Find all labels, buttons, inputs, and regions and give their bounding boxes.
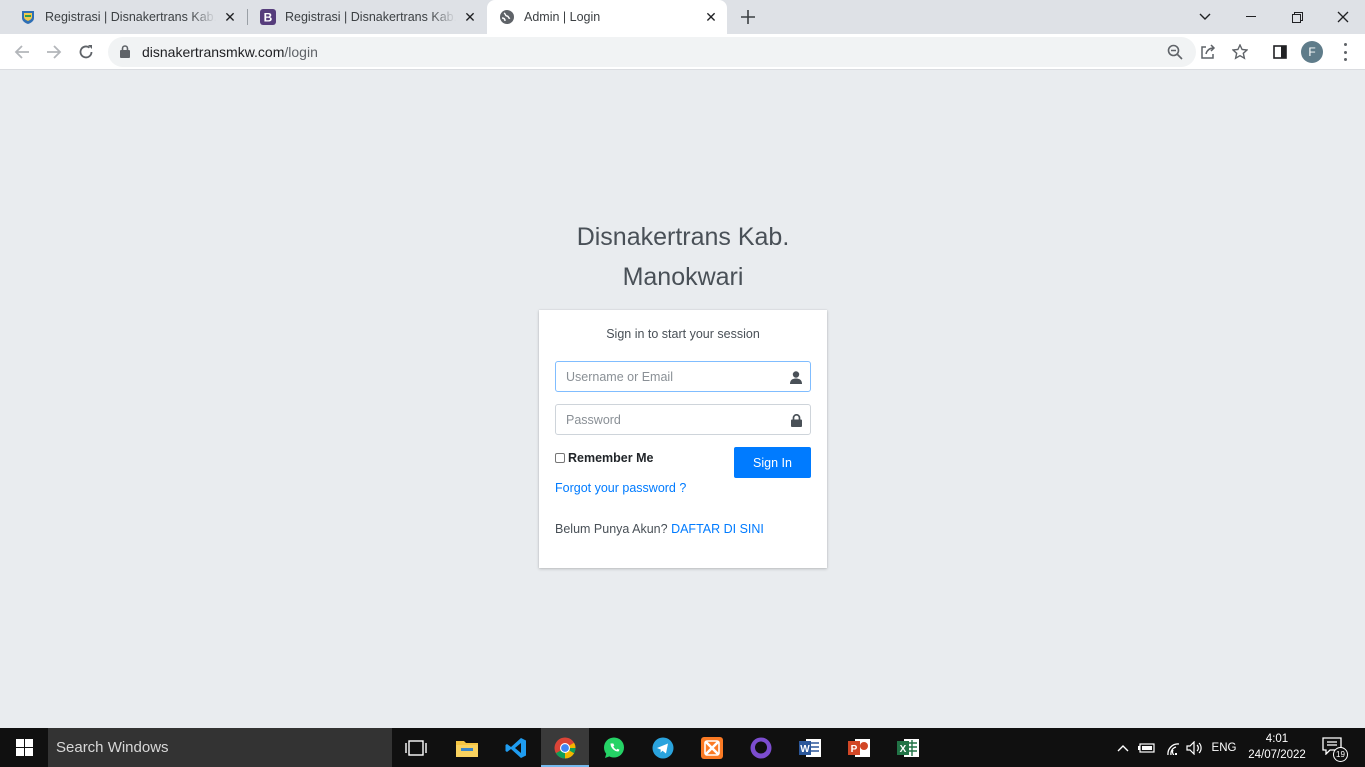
register-prompt: Belum Punya Akun? DAFTAR DI SINI: [555, 522, 764, 536]
url-domain: disnakertransmkw.com: [142, 44, 285, 60]
url-text: disnakertransmkw.com/login: [142, 44, 318, 60]
tab-admin-login[interactable]: Admin | Login ✕: [487, 0, 727, 34]
excel-icon[interactable]: X: [884, 728, 932, 767]
address-bar[interactable]: disnakertransmkw.com/login: [108, 37, 1196, 67]
github-desktop-icon[interactable]: [737, 728, 785, 767]
clock-date: 24/07/2022: [1248, 749, 1306, 761]
tab-title: Admin | Login: [524, 10, 601, 24]
notification-center-icon[interactable]: 19: [1322, 737, 1348, 762]
whatsapp-icon[interactable]: [590, 728, 638, 767]
notification-count-badge: 19: [1333, 747, 1348, 762]
input-language[interactable]: ENG: [1208, 728, 1240, 767]
password-field[interactable]: [555, 404, 811, 435]
login-box-message: Sign in to start your session: [606, 327, 760, 341]
svg-text:B: B: [264, 11, 273, 25]
register-text: Belum Punya Akun?: [555, 522, 668, 536]
xampp-icon[interactable]: [688, 728, 736, 767]
close-window-button[interactable]: [1320, 0, 1365, 34]
close-icon[interactable]: ✕: [703, 9, 719, 25]
battery-icon[interactable]: [1136, 728, 1158, 767]
forward-arrow-icon[interactable]: [42, 40, 66, 64]
chrome-icon[interactable]: [541, 728, 589, 767]
task-view-icon[interactable]: [392, 728, 440, 767]
reload-icon[interactable]: [74, 40, 98, 64]
tab-registrasi-2[interactable]: B Registrasi | Disnakertrans Kab. Manokw…: [248, 0, 486, 34]
lock-icon: [788, 412, 804, 428]
brand-line-1: Disnakertrans Kab.: [576, 223, 790, 251]
restore-button[interactable]: [1274, 0, 1320, 34]
close-icon[interactable]: ✕: [222, 9, 238, 25]
telegram-icon[interactable]: [639, 728, 687, 767]
browser-tab-strip: Registrasi | Disnakertrans Kab. Manokwar…: [0, 0, 1365, 34]
forgot-password-link[interactable]: Forgot your password ?: [555, 481, 686, 495]
file-explorer-icon[interactable]: [443, 728, 491, 767]
globe-icon: [499, 9, 515, 25]
user-icon: [788, 369, 804, 385]
browser-toolbar: disnakertransmkw.com/login F: [0, 34, 1365, 70]
word-icon[interactable]: W: [786, 728, 834, 767]
manokwari-emblem-icon: [20, 9, 36, 25]
svg-text:X: X: [900, 744, 907, 755]
login-logo: Disnakertrans Kab. Manokwari: [540, 217, 826, 297]
show-hidden-icons-icon[interactable]: [1113, 728, 1133, 767]
bookmark-star-icon[interactable]: [1230, 42, 1250, 62]
brand-line-2: Manokwari: [622, 263, 744, 291]
username-input[interactable]: [556, 362, 781, 391]
svg-text:W: W: [800, 744, 810, 755]
taskbar-search-placeholder: Search Windows: [56, 739, 169, 756]
taskbar-search-box[interactable]: Search Windows: [48, 728, 392, 767]
windows-taskbar: Search Windows W P X ENG 4:01 24/07/2022…: [0, 728, 1365, 767]
powerpoint-icon[interactable]: P: [835, 728, 883, 767]
remember-me[interactable]: Remember Me: [555, 451, 653, 465]
tab-search-dropdown-icon[interactable]: [1182, 0, 1228, 34]
new-tab-button[interactable]: [738, 7, 758, 27]
clock-time: 4:01: [1265, 733, 1289, 745]
share-icon[interactable]: [1198, 42, 1218, 62]
login-card: Sign in to start your session Remember M…: [539, 310, 827, 568]
remember-me-checkbox[interactable]: [555, 453, 565, 463]
url-path: /login: [284, 44, 318, 60]
profile-avatar[interactable]: F: [1301, 41, 1323, 63]
minimize-button[interactable]: [1228, 0, 1274, 34]
vscode-icon[interactable]: [492, 728, 540, 767]
bootstrap-icon: B: [260, 9, 276, 25]
volume-icon[interactable]: [1183, 728, 1205, 767]
windows-start-icon[interactable]: [0, 728, 48, 767]
tab-registrasi-1[interactable]: Registrasi | Disnakertrans Kab. Manokwar…: [8, 0, 246, 34]
register-link[interactable]: DAFTAR DI SINI: [671, 522, 764, 536]
svg-text:P: P: [851, 744, 858, 755]
remember-me-label: Remember Me: [568, 451, 654, 465]
close-icon[interactable]: ✕: [462, 9, 478, 25]
zoom-icon[interactable]: [1165, 42, 1185, 62]
back-arrow-icon[interactable]: [10, 40, 34, 64]
username-field[interactable]: [555, 361, 811, 392]
taskbar-clock[interactable]: 4:01 24/07/2022: [1244, 731, 1310, 763]
lock-icon[interactable]: [120, 45, 130, 63]
password-input[interactable]: [556, 405, 781, 434]
wifi-icon[interactable]: [1162, 728, 1184, 767]
tab-title: Registrasi | Disnakertrans Kab. Manokwar…: [285, 10, 456, 24]
tab-title: Registrasi | Disnakertrans Kab. Manokwar…: [45, 10, 216, 24]
side-panel-icon[interactable]: [1270, 42, 1290, 62]
sign-in-button[interactable]: Sign In: [734, 447, 811, 478]
browser-menu-icon[interactable]: [1340, 43, 1350, 61]
page-content: Disnakertrans Kab. Manokwari Sign in to …: [0, 71, 1365, 728]
